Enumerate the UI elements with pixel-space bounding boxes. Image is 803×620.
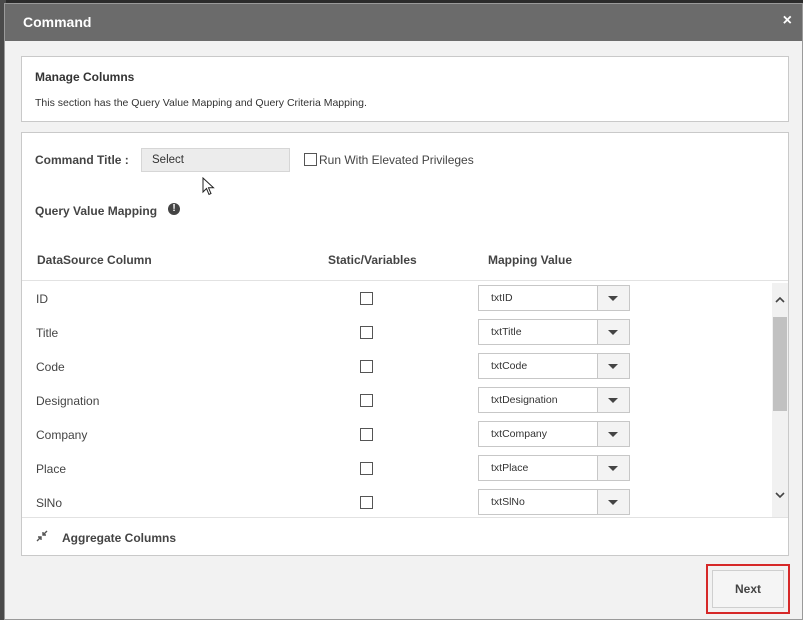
datasource-column-name: Code bbox=[36, 360, 65, 374]
chevron-down-icon bbox=[608, 364, 618, 369]
mapping-value-dropdown[interactable]: txtDesignation bbox=[478, 387, 630, 413]
table-row: Place txtPlace bbox=[22, 451, 772, 485]
mapping-value-text: txtID bbox=[491, 292, 513, 304]
table-row: Company txtCompany bbox=[22, 417, 772, 451]
chevron-down-icon bbox=[608, 432, 618, 437]
static-variable-checkbox[interactable] bbox=[360, 394, 373, 407]
dialog-header: Command × bbox=[5, 4, 802, 41]
mapping-value-header: Mapping Value bbox=[488, 253, 573, 267]
dropdown-toggle-button[interactable] bbox=[597, 422, 629, 446]
mapping-value-dropdown[interactable]: txtTitle bbox=[478, 319, 630, 345]
static-variable-checkbox[interactable] bbox=[360, 462, 373, 475]
dropdown-toggle-button[interactable] bbox=[597, 320, 629, 344]
command-title-select[interactable]: Select bbox=[141, 148, 290, 172]
close-icon[interactable]: × bbox=[783, 12, 792, 30]
scrollbar-thumb[interactable] bbox=[773, 317, 787, 411]
scroll-down-icon[interactable] bbox=[775, 490, 785, 500]
table-row: ID txtID bbox=[22, 281, 772, 315]
dropdown-toggle-button[interactable] bbox=[597, 286, 629, 310]
run-elevated-checkbox[interactable] bbox=[304, 153, 317, 166]
static-variables-header: Static/Variables bbox=[328, 253, 417, 267]
mapping-value-dropdown[interactable]: txtCode bbox=[478, 353, 630, 379]
manage-columns-description: This section has the Query Value Mapping… bbox=[35, 97, 367, 109]
mapping-value-text: txtCode bbox=[491, 360, 528, 372]
datasource-column-name: Company bbox=[36, 428, 88, 442]
table-row: Code txtCode bbox=[22, 349, 772, 383]
static-variable-checkbox[interactable] bbox=[360, 292, 373, 305]
collapse-arrows-icon[interactable] bbox=[35, 529, 49, 543]
mapping-value-text: txtDesignation bbox=[491, 394, 558, 406]
chevron-down-icon bbox=[608, 398, 618, 403]
dialog-title: Command bbox=[23, 14, 92, 30]
command-title-label: Command Title : bbox=[35, 153, 129, 167]
info-icon[interactable]: ! bbox=[168, 203, 180, 215]
mapping-value-dropdown[interactable]: txtPlace bbox=[478, 455, 630, 481]
datasource-column-name: Designation bbox=[36, 394, 100, 408]
manage-columns-panel: Manage Columns This section has the Quer… bbox=[21, 56, 789, 122]
static-variable-checkbox[interactable] bbox=[360, 428, 373, 441]
chevron-down-icon bbox=[608, 466, 618, 471]
table-row: Title txtTitle bbox=[22, 315, 772, 349]
dropdown-toggle-button[interactable] bbox=[597, 490, 629, 514]
aggregate-columns-toggle[interactable]: Aggregate Columns bbox=[62, 531, 176, 545]
table-row: SlNo txtSlNo bbox=[22, 485, 772, 517]
mapping-value-text: txtTitle bbox=[491, 326, 522, 338]
static-variable-checkbox[interactable] bbox=[360, 496, 373, 509]
run-elevated-label[interactable]: Run With Elevated Privileges bbox=[319, 153, 474, 167]
manage-columns-title: Manage Columns bbox=[35, 70, 135, 84]
datasource-column-name: Place bbox=[36, 462, 67, 476]
command-settings-panel: Command Title : Select Run With Elevated… bbox=[21, 132, 789, 556]
mapping-rows: ID txtID Title txtTitle Code txtCode Des… bbox=[22, 281, 772, 517]
datasource-column-header: DataSource Column bbox=[37, 253, 152, 267]
scroll-up-icon[interactable] bbox=[775, 295, 785, 305]
table-row: Designation txtDesignation bbox=[22, 383, 772, 417]
mapping-value-text: txtPlace bbox=[491, 462, 529, 474]
mouse-pointer-icon bbox=[202, 177, 215, 196]
mapping-value-text: txtCompany bbox=[491, 428, 548, 440]
command-dialog: Command × Manage Columns This section ha… bbox=[4, 3, 803, 620]
rows-scrollbar[interactable] bbox=[772, 283, 788, 517]
dropdown-toggle-button[interactable] bbox=[597, 388, 629, 412]
chevron-down-icon bbox=[608, 296, 618, 301]
mapping-value-dropdown[interactable]: txtID bbox=[478, 285, 630, 311]
datasource-column-name: SlNo bbox=[36, 496, 63, 510]
datasource-column-name: ID bbox=[36, 292, 48, 306]
chevron-down-icon bbox=[608, 330, 618, 335]
mapping-value-dropdown[interactable]: txtCompany bbox=[478, 421, 630, 447]
mapping-value-dropdown[interactable]: txtSlNo bbox=[478, 489, 630, 515]
dropdown-toggle-button[interactable] bbox=[597, 354, 629, 378]
mapping-value-text: txtSlNo bbox=[491, 496, 525, 508]
datasource-column-name: Title bbox=[36, 326, 59, 340]
static-variable-checkbox[interactable] bbox=[360, 326, 373, 339]
next-button[interactable]: Next bbox=[712, 570, 784, 608]
query-value-mapping-label: Query Value Mapping bbox=[35, 204, 158, 218]
static-variable-checkbox[interactable] bbox=[360, 360, 373, 373]
aggregate-divider bbox=[22, 517, 788, 518]
chevron-down-icon bbox=[608, 500, 618, 505]
dropdown-toggle-button[interactable] bbox=[597, 456, 629, 480]
